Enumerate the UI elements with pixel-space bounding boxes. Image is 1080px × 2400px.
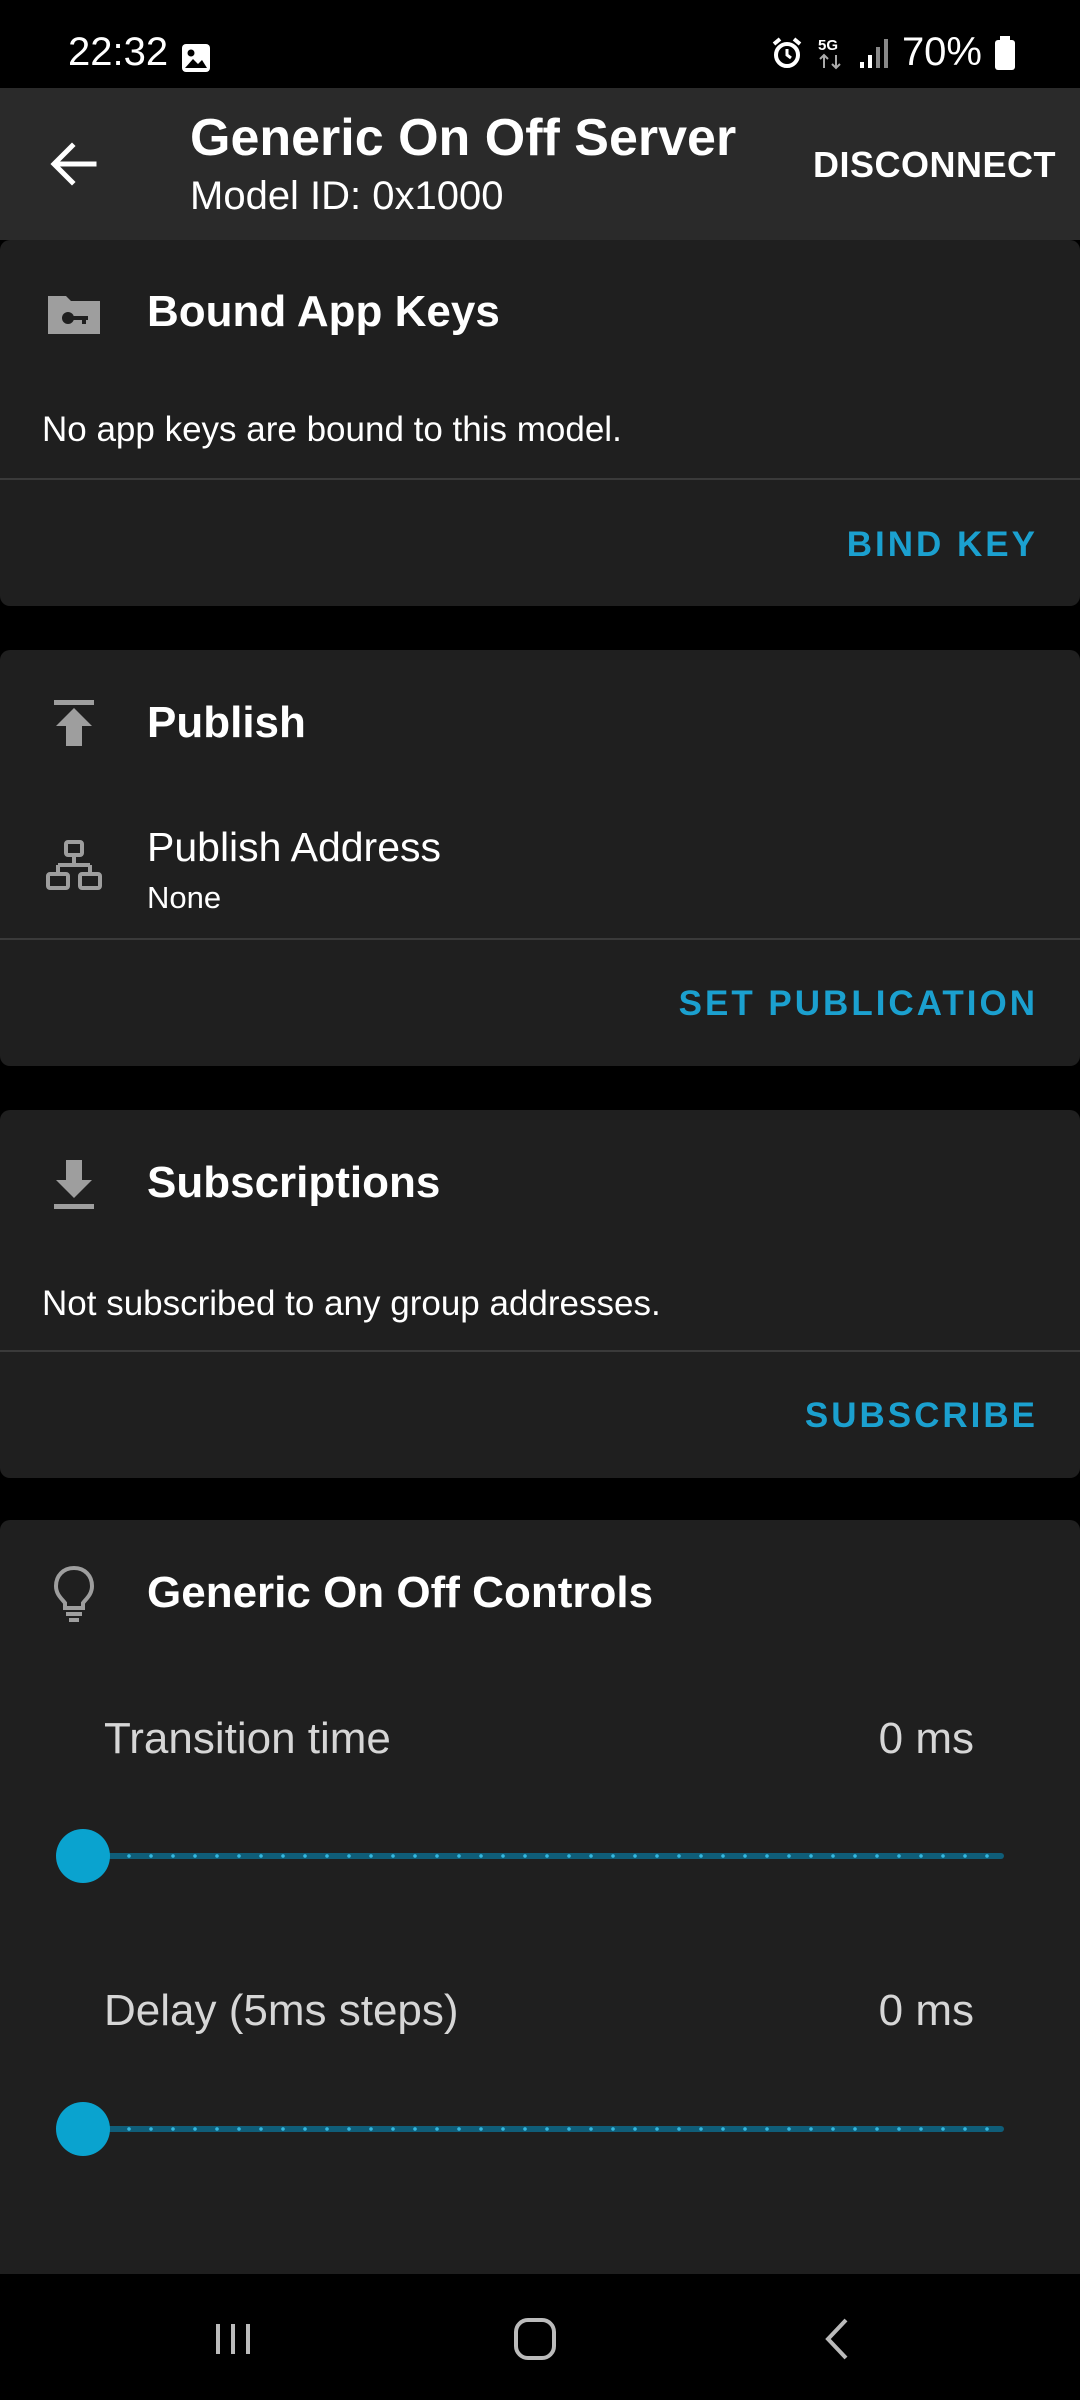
lightbulb-icon — [53, 1565, 95, 1622]
delay-value: 0 ms — [878, 1986, 974, 2035]
delay-slider[interactable] — [56, 2098, 1004, 2158]
folder-key-icon — [48, 296, 100, 334]
publish-address-value: None — [147, 880, 222, 915]
slider-tick-marks — [96, 1854, 998, 1858]
alarm-icon — [772, 36, 802, 68]
network-icon — [46, 840, 102, 890]
transition-time-label: Transition time — [104, 1714, 391, 1763]
slider-thumb[interactable] — [56, 1829, 110, 1883]
generic-on-off-controls-card: Generic On Off Controls Transition time … — [0, 1520, 1080, 2274]
battery-percent: 70% — [901, 30, 982, 74]
controls-title: Generic On Off Controls — [147, 1568, 654, 1617]
publish-card: Publish Publish Address None SET PUBLICA… — [0, 650, 1080, 1066]
home-icon[interactable] — [500, 2304, 570, 2374]
publish-title: Publish — [147, 698, 306, 747]
divider — [0, 1350, 1080, 1352]
status-bar: 22:32 5G 70% — [0, 0, 1080, 88]
app-bar: Generic On Off Server Model ID: 0x1000 D… — [0, 88, 1080, 240]
status-time: 22:32 — [68, 30, 169, 74]
subscriptions-title: Subscriptions — [147, 1158, 441, 1207]
bound-app-keys-message: No app keys are bound to this model. — [42, 410, 622, 449]
back-nav-icon[interactable] — [804, 2304, 874, 2374]
gallery-icon — [182, 44, 210, 72]
divider — [0, 478, 1080, 480]
system-navigation-bar — [0, 2274, 1080, 2400]
slider-tick-marks — [96, 2127, 998, 2131]
slider-thumb[interactable] — [56, 2102, 110, 2156]
svg-text:5G: 5G — [818, 37, 838, 54]
recents-icon[interactable] — [198, 2304, 268, 2374]
publish-address-label: Publish Address — [147, 824, 442, 870]
page-title: Generic On Off Server — [190, 109, 737, 167]
transition-time-value: 0 ms — [878, 1714, 974, 1763]
subscriptions-message: Not subscribed to any group addresses. — [42, 1284, 661, 1323]
subscribe-button[interactable]: SUBSCRIBE — [805, 1396, 1038, 1436]
download-icon — [54, 1160, 94, 1209]
battery-icon — [995, 35, 1015, 70]
publish-icon — [54, 700, 94, 746]
subscriptions-card: Subscriptions Not subscribed to any grou… — [0, 1110, 1080, 1478]
back-arrow-icon[interactable] — [44, 134, 104, 194]
model-id: Model ID: 0x1000 — [190, 174, 504, 218]
5g-icon: 5G — [818, 37, 841, 69]
bound-app-keys-card: Bound App Keys No app keys are bound to … — [0, 240, 1080, 606]
signal-icon — [859, 38, 888, 68]
set-publication-button[interactable]: SET PUBLICATION — [679, 984, 1038, 1024]
bound-app-keys-title: Bound App Keys — [147, 287, 500, 336]
delay-label: Delay (5ms steps) — [104, 1986, 459, 2035]
status-indicators: 5G 70% — [770, 30, 1016, 75]
bind-key-button[interactable]: BIND KEY — [847, 525, 1038, 565]
disconnect-button[interactable]: DISCONNECT — [813, 144, 1056, 186]
divider — [0, 938, 1080, 940]
transition-time-slider[interactable] — [56, 1825, 1004, 1885]
